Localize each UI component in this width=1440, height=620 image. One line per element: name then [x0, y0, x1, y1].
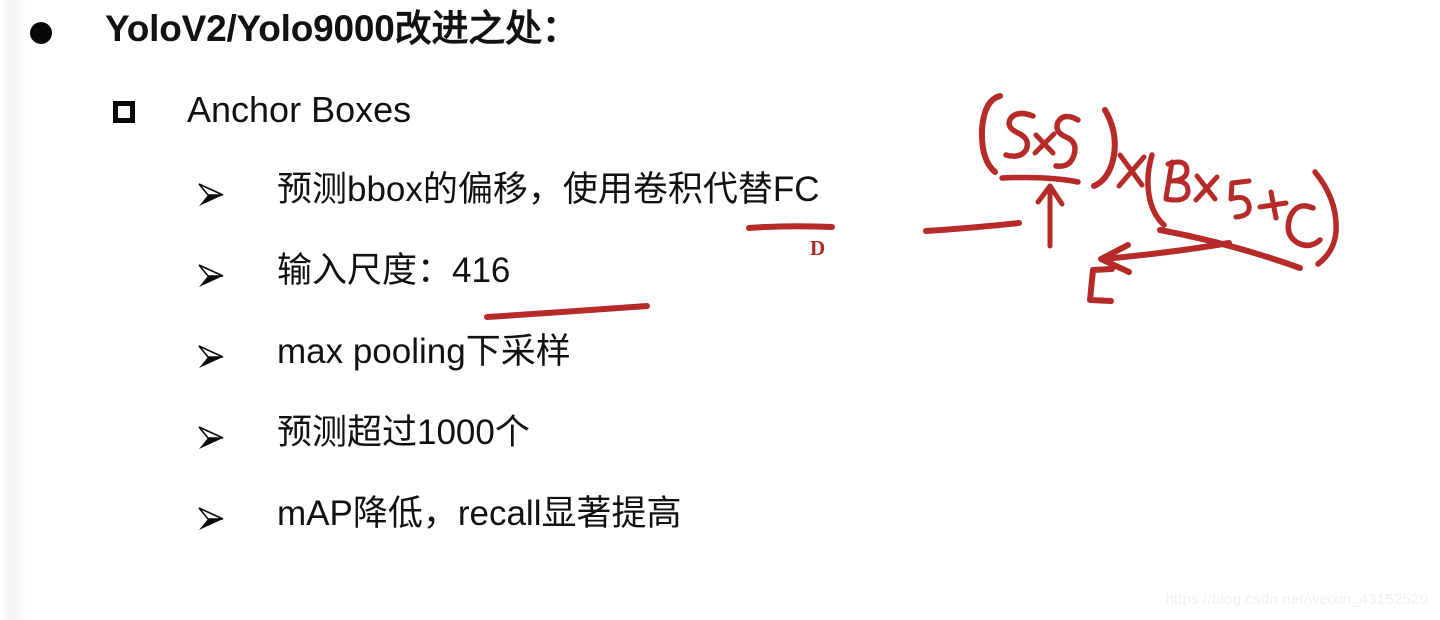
watermark: https://blog.csdn.net/weixin_43152520 — [1165, 591, 1428, 608]
ink-multiply-3 — [1193, 173, 1220, 203]
ink-multiply-1 — [1032, 131, 1057, 156]
arrow-bullet-icon — [196, 342, 226, 372]
subheading-label: Anchor Boxes — [187, 89, 412, 130]
list-item: 预测bbox的偏移，使用卷积代替FC — [196, 170, 820, 251]
ink-multiply-2 — [1116, 152, 1147, 189]
list-item-label: max pooling下采样 — [277, 332, 571, 371]
slide-canvas: YoloV2/Yolo9000改进之处： Anchor Boxes 预测bbox… — [0, 0, 1440, 620]
arrow-bullet-icon — [196, 423, 226, 453]
ink-number-5 — [1228, 178, 1252, 220]
ink-paren-open-right — [1145, 152, 1167, 228]
ink-plus — [1257, 189, 1289, 221]
arrow-bullet-icon — [196, 261, 226, 291]
ink-letter-s2 — [1053, 113, 1081, 170]
ink-letter-c-formula — [1285, 203, 1323, 249]
list-item-label: 预测bbox的偏移，使用卷积代替FC — [277, 170, 820, 209]
list-item-label: 预测超过1000个 — [277, 413, 530, 452]
ink-bar-top — [999, 174, 1081, 185]
ink-paren-close-left — [1091, 107, 1118, 189]
square-bullet-icon — [113, 101, 135, 123]
list-item: 输入尺度：416 — [196, 251, 820, 332]
ink-up-arrow-head — [1035, 183, 1065, 207]
ink-paren-close-right — [1312, 169, 1339, 267]
ink-paren-open-left — [978, 93, 1003, 175]
ink-label-d: D — [810, 236, 826, 260]
arrow-bullet-icon — [196, 504, 226, 534]
underline-fc — [923, 220, 1022, 234]
ink-letter-s1 — [1003, 110, 1036, 159]
list-item-label: 输入尺度：416 — [277, 251, 511, 290]
ink-left-arrow-head — [1098, 242, 1132, 275]
ink-letter-b — [1163, 159, 1191, 203]
subheading-row: Anchor Boxes — [113, 88, 411, 131]
ink-underline-formula — [1157, 227, 1303, 271]
disc-bullet-icon — [30, 22, 52, 44]
ink-left-arrow-shaft — [1100, 240, 1232, 262]
slide-title-row: YoloV2/Yolo9000改进之处： — [30, 8, 579, 51]
arrow-bullet-icon — [196, 180, 226, 210]
list-item: max pooling下采样 — [196, 332, 820, 413]
page-title: YoloV2/Yolo9000改进之处： — [105, 8, 579, 49]
list-item: mAP降低，recall显著提高 — [196, 494, 820, 575]
ink-letter-c-label — [1087, 266, 1115, 304]
list-item-label: mAP降低，recall显著提高 — [277, 494, 682, 533]
list-item: 预测超过1000个 — [196, 413, 820, 494]
bullet-item-list: 预测bbox的偏移，使用卷积代替FC 输入尺度：416 max pooling下… — [196, 170, 820, 575]
